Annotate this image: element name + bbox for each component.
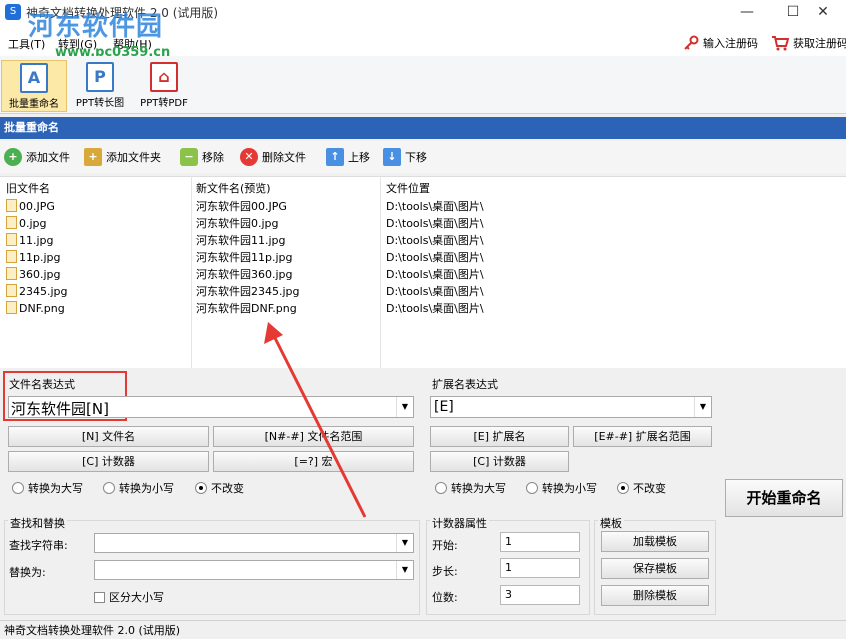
annotation-arrow bbox=[264, 322, 367, 518]
status-bar: 神奇文档转换处理软件 2.0 (试用版) bbox=[0, 620, 846, 639]
